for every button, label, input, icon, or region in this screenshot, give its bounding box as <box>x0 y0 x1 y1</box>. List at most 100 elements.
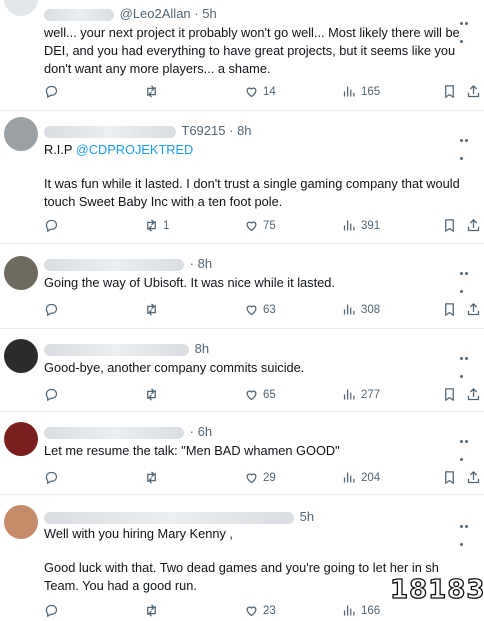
retweet-button[interactable] <box>144 84 163 99</box>
tweet-actions: 63 308 <box>44 302 480 320</box>
views-button[interactable]: 277 <box>342 387 380 402</box>
avatar[interactable] <box>4 422 38 456</box>
retweet-icon <box>147 303 156 316</box>
bookmark-button[interactable] <box>442 387 457 402</box>
tweet-5[interactable]: · 6h Let me resume the talk: "Men BAD wh… <box>0 412 484 495</box>
bookmark-icon <box>445 388 454 402</box>
user-handle[interactable]: T69215 <box>181 123 225 138</box>
reply-icon <box>45 85 58 99</box>
views-icon <box>343 304 355 315</box>
retweet-button[interactable] <box>144 302 163 317</box>
views-button[interactable]: 166 <box>342 603 380 618</box>
tweet-actions: 1 75 391 <box>44 218 480 236</box>
retweet-icon <box>147 604 156 617</box>
share-icon <box>467 302 480 316</box>
tweet-text-line: It was fun while it lasted. I don't trus… <box>44 176 460 209</box>
retweet-button[interactable] <box>144 387 163 402</box>
timestamp[interactable]: 8h <box>237 123 251 138</box>
reply-button[interactable] <box>44 470 59 485</box>
retweet-icon <box>147 388 156 401</box>
reply-icon <box>45 388 58 402</box>
redacted-username <box>44 511 294 524</box>
like-count: 29 <box>263 471 276 484</box>
bookmark-button[interactable] <box>442 302 457 317</box>
tweet-header: @Leo2Allan · 5h <box>44 6 217 21</box>
like-count: 75 <box>263 219 276 232</box>
views-button[interactable]: 204 <box>342 470 380 485</box>
more-icon[interactable] <box>460 129 474 160</box>
tweet-text-line: well... your next project it probably wo… <box>44 25 460 76</box>
more-icon[interactable] <box>460 262 474 293</box>
retweet-count: 1 <box>163 219 170 232</box>
user-handle[interactable]: @Leo2Allan <box>120 6 191 21</box>
like-button[interactable]: 29 <box>244 470 276 485</box>
like-button[interactable]: 65 <box>244 387 276 402</box>
watermark-logo: 18183 <box>389 569 484 609</box>
tweet-1[interactable]: @Leo2Allan · 5h well... your next projec… <box>0 0 484 111</box>
like-button[interactable]: 63 <box>244 302 276 317</box>
tweet-text: well... your next project it probably wo… <box>44 24 474 78</box>
reply-icon <box>45 471 58 485</box>
avatar[interactable] <box>4 0 38 16</box>
bookmark-button[interactable] <box>442 470 457 485</box>
share-button[interactable] <box>466 302 481 317</box>
more-icon[interactable] <box>460 515 474 546</box>
retweet-button[interactable]: 1 <box>144 218 169 233</box>
like-button[interactable]: 14 <box>244 84 276 99</box>
avatar[interactable] <box>4 117 38 151</box>
retweet-button[interactable] <box>144 603 163 618</box>
views-button[interactable]: 391 <box>342 218 380 233</box>
text-prefix: R.I.P <box>44 142 76 157</box>
tweet-2[interactable]: T69215 · 8h R.I.P @CDPROJEKTRED It was f… <box>0 111 484 244</box>
like-count: 65 <box>263 388 276 401</box>
reply-button[interactable] <box>44 302 59 317</box>
more-icon[interactable] <box>460 12 474 43</box>
reply-button[interactable] <box>44 603 59 618</box>
avatar[interactable] <box>4 505 38 539</box>
tweet-4[interactable]: 8h Good-bye, another company commits sui… <box>0 329 484 412</box>
bookmark-icon <box>445 219 454 233</box>
tweet-text: Going the way of Ubisoft. It was nice wh… <box>44 274 474 292</box>
views-count: 204 <box>361 471 381 484</box>
tweet-text: Good-bye, another company commits suicid… <box>44 359 474 377</box>
reply-button[interactable] <box>44 387 59 402</box>
more-icon[interactable] <box>460 347 474 378</box>
avatar[interactable] <box>4 339 38 373</box>
share-button[interactable] <box>466 218 481 233</box>
timestamp[interactable]: 5h <box>300 509 314 524</box>
more-icon[interactable] <box>460 430 474 461</box>
retweet-button[interactable] <box>144 470 163 485</box>
heart-icon <box>246 473 257 484</box>
tweet-text-line: Let me resume the talk: "Men BAD whamen … <box>44 443 340 458</box>
watermark-text: 18183 <box>389 574 484 605</box>
heart-icon <box>246 390 257 401</box>
reply-button[interactable] <box>44 218 59 233</box>
bookmark-button[interactable] <box>442 218 457 233</box>
views-count: 277 <box>361 388 381 401</box>
timestamp[interactable]: 8h <box>198 256 212 271</box>
timestamp[interactable]: 8h <box>195 341 209 356</box>
share-button[interactable] <box>466 84 481 99</box>
views-button[interactable]: 165 <box>342 84 380 99</box>
share-button[interactable] <box>466 387 481 402</box>
like-button[interactable]: 75 <box>244 218 276 233</box>
timestamp[interactable]: 5h <box>202 6 216 21</box>
heart-icon <box>246 87 257 98</box>
reply-icon <box>45 219 58 233</box>
views-count: 308 <box>361 303 381 316</box>
bookmark-icon <box>445 303 454 317</box>
avatar[interactable] <box>4 256 38 290</box>
like-button[interactable]: 23 <box>244 603 276 618</box>
mention-link[interactable]: @CDPROJEKTRED <box>76 142 194 157</box>
reply-button[interactable] <box>44 84 59 99</box>
share-icon <box>467 84 480 98</box>
tweet-actions: 14 165 <box>44 84 480 102</box>
views-button[interactable]: 308 <box>342 302 380 317</box>
views-icon <box>343 472 355 483</box>
tweet-3[interactable]: · 8h Going the way of Ubisoft. It was ni… <box>0 244 484 329</box>
timestamp[interactable]: 6h <box>198 424 212 439</box>
tweet-header: 5h <box>44 509 314 524</box>
bookmark-button[interactable] <box>442 84 457 99</box>
share-button[interactable] <box>466 470 481 485</box>
tweet-text-line: Going the way of Ubisoft. It was nice wh… <box>44 275 335 290</box>
